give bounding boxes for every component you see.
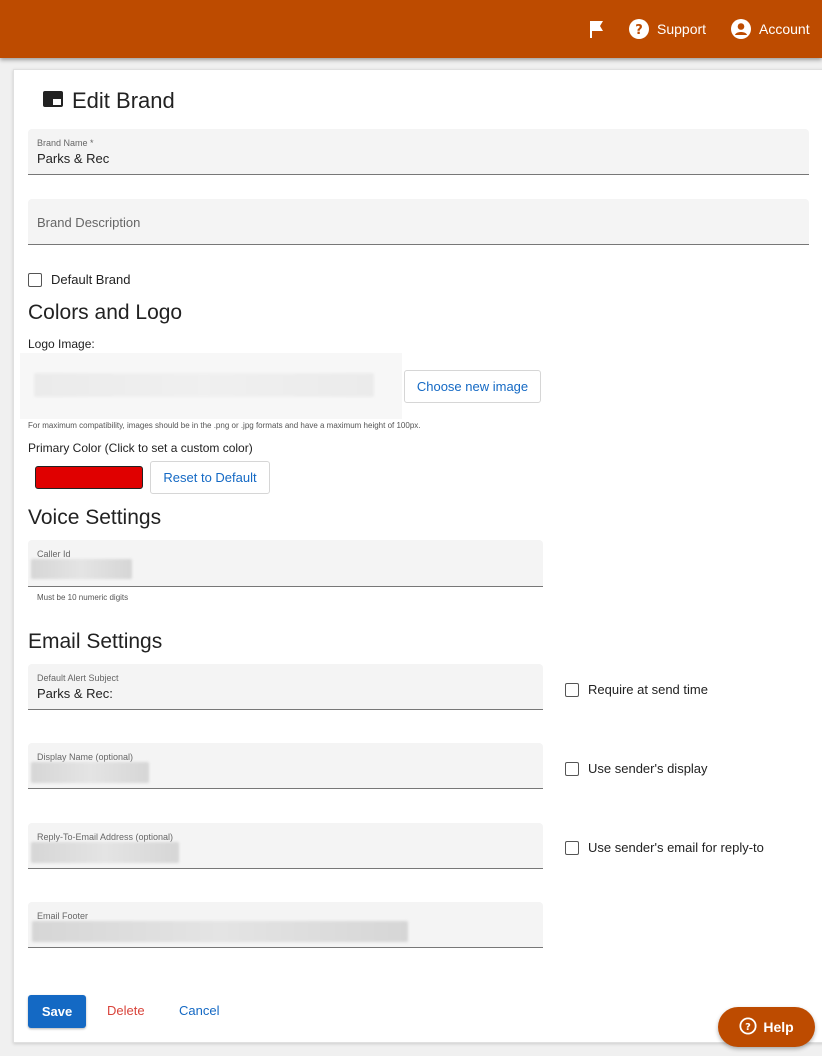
primary-color-label: Primary Color (Click to set a custom col… bbox=[28, 441, 253, 455]
delete-button[interactable]: Delete bbox=[107, 1003, 145, 1018]
help-label: Help bbox=[763, 1019, 794, 1035]
display-name-label: Display Name (optional) bbox=[37, 752, 134, 762]
email-settings-heading: Email Settings bbox=[28, 630, 163, 653]
flag-button[interactable] bbox=[588, 17, 606, 41]
use-sender-reply-checkbox[interactable] bbox=[565, 840, 579, 855]
support-label: Support bbox=[657, 21, 707, 37]
default-brand-checkbox-row[interactable]: Default Brand bbox=[28, 272, 131, 287]
account-circle-icon bbox=[731, 19, 751, 39]
default-alert-subject-field[interactable]: Default Alert Subject Parks & Rec: bbox=[28, 664, 543, 710]
voice-settings-heading: Voice Settings bbox=[28, 506, 162, 529]
choose-new-image-button[interactable]: Choose new image bbox=[404, 370, 541, 403]
use-sender-display-checkbox[interactable] bbox=[565, 761, 579, 776]
email-footer-label: Email Footer bbox=[37, 911, 89, 921]
caller-id-redacted bbox=[31, 559, 132, 579]
use-sender-display-label: Use sender's display bbox=[588, 761, 708, 776]
colors-logo-heading: Colors and Logo bbox=[28, 301, 183, 324]
svg-text:?: ? bbox=[635, 23, 643, 38]
cancel-button[interactable]: Cancel bbox=[179, 1003, 219, 1018]
logo-preview bbox=[20, 353, 402, 419]
email-footer-redacted bbox=[32, 921, 408, 942]
top-app-bar: ? Support Account bbox=[0, 0, 822, 58]
default-alert-subject-value: Parks & Rec: bbox=[37, 686, 113, 701]
logo-hint: For maximum compatibility, images should… bbox=[28, 421, 421, 430]
svg-text:?: ? bbox=[745, 1022, 751, 1033]
use-sender-display-row[interactable]: Use sender's display bbox=[565, 761, 708, 776]
account-label: Account bbox=[759, 21, 810, 37]
primary-color-swatch[interactable] bbox=[35, 466, 143, 489]
caller-id-hint: Must be 10 numeric digits bbox=[37, 593, 129, 602]
help-button[interactable]: ? Help bbox=[718, 1007, 815, 1047]
brand-card-icon bbox=[42, 90, 64, 113]
account-menu[interactable]: Account bbox=[731, 17, 810, 41]
require-at-send-time-label: Require at send time bbox=[588, 682, 708, 697]
brand-name-field[interactable]: Brand Name * Parks & Rec bbox=[28, 129, 809, 175]
require-at-send-time-row[interactable]: Require at send time bbox=[565, 682, 708, 697]
use-sender-reply-row[interactable]: Use sender's email for reply-to bbox=[565, 840, 764, 855]
brand-description-field[interactable]: Brand Description bbox=[28, 199, 809, 245]
brand-name-value: Parks & Rec bbox=[37, 151, 110, 166]
display-name-redacted bbox=[31, 762, 149, 783]
page-header: Edit Brand bbox=[42, 88, 175, 114]
support-link[interactable]: ? Support bbox=[629, 17, 706, 41]
email-footer-field[interactable]: Email Footer bbox=[28, 902, 543, 948]
reply-to-email-field[interactable]: Reply-To-Email Address (optional) bbox=[28, 823, 543, 869]
help-circle-icon: ? bbox=[739, 1016, 757, 1038]
save-button[interactable]: Save bbox=[28, 995, 86, 1028]
require-at-send-time-checkbox[interactable] bbox=[565, 682, 579, 697]
logo-image-label: Logo Image: bbox=[28, 337, 95, 351]
reply-to-email-label: Reply-To-Email Address (optional) bbox=[37, 832, 174, 842]
page-title: Edit Brand bbox=[72, 88, 175, 113]
default-alert-subject-label: Default Alert Subject bbox=[37, 673, 119, 683]
help-circle-icon: ? bbox=[629, 19, 649, 39]
display-name-field[interactable]: Display Name (optional) bbox=[28, 743, 543, 789]
brand-name-label: Brand Name * bbox=[37, 138, 94, 148]
use-sender-reply-label: Use sender's email for reply-to bbox=[588, 840, 764, 855]
brand-description-placeholder: Brand Description bbox=[37, 215, 141, 230]
default-brand-checkbox[interactable] bbox=[28, 272, 42, 287]
default-brand-label: Default Brand bbox=[51, 272, 131, 287]
reset-to-default-button[interactable]: Reset to Default bbox=[150, 461, 270, 494]
reply-to-email-redacted bbox=[31, 842, 179, 863]
logo-image-redacted bbox=[34, 373, 374, 397]
flag-icon bbox=[588, 19, 606, 39]
caller-id-field[interactable]: Caller Id bbox=[28, 540, 543, 587]
caller-id-label: Caller Id bbox=[37, 549, 71, 559]
